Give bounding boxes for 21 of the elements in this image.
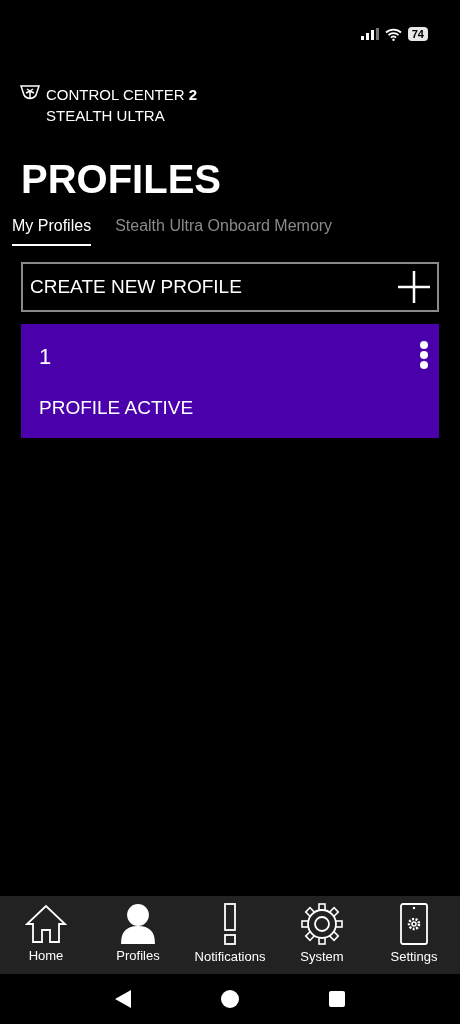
more-icon[interactable]	[419, 340, 429, 370]
device-name: STEALTH ULTRA	[46, 106, 166, 126]
profile-status: PROFILE ACTIVE	[39, 395, 195, 420]
nav-item[interactable]: Profiles	[93, 904, 183, 966]
page-title: PROFILES	[21, 156, 223, 202]
profile-card[interactable]: 1 PROFILE ACTIVE	[21, 324, 439, 438]
signal-icon	[360, 28, 379, 40]
tab[interactable]: My Profiles	[12, 210, 92, 246]
plus-icon	[397, 270, 431, 304]
tab[interactable]: Stealth Ultra Onboard Memory	[115, 210, 333, 246]
nav-item[interactable]: Notifications	[185, 903, 275, 967]
create-profile-button[interactable]: CREATE NEW PROFILE	[21, 262, 439, 312]
nav-item[interactable]: System	[277, 903, 367, 967]
app-title: CONTROL CENTER 2	[46, 85, 198, 105]
battery-indicator: 74	[407, 27, 428, 41]
wifi-icon	[384, 27, 402, 41]
back-icon[interactable]	[115, 990, 131, 1008]
nav-item[interactable]: Settings	[369, 903, 459, 967]
profile-name: 1	[39, 343, 52, 371]
home-circle-icon[interactable]	[221, 990, 239, 1008]
nav-item[interactable]: Home	[1, 904, 91, 966]
